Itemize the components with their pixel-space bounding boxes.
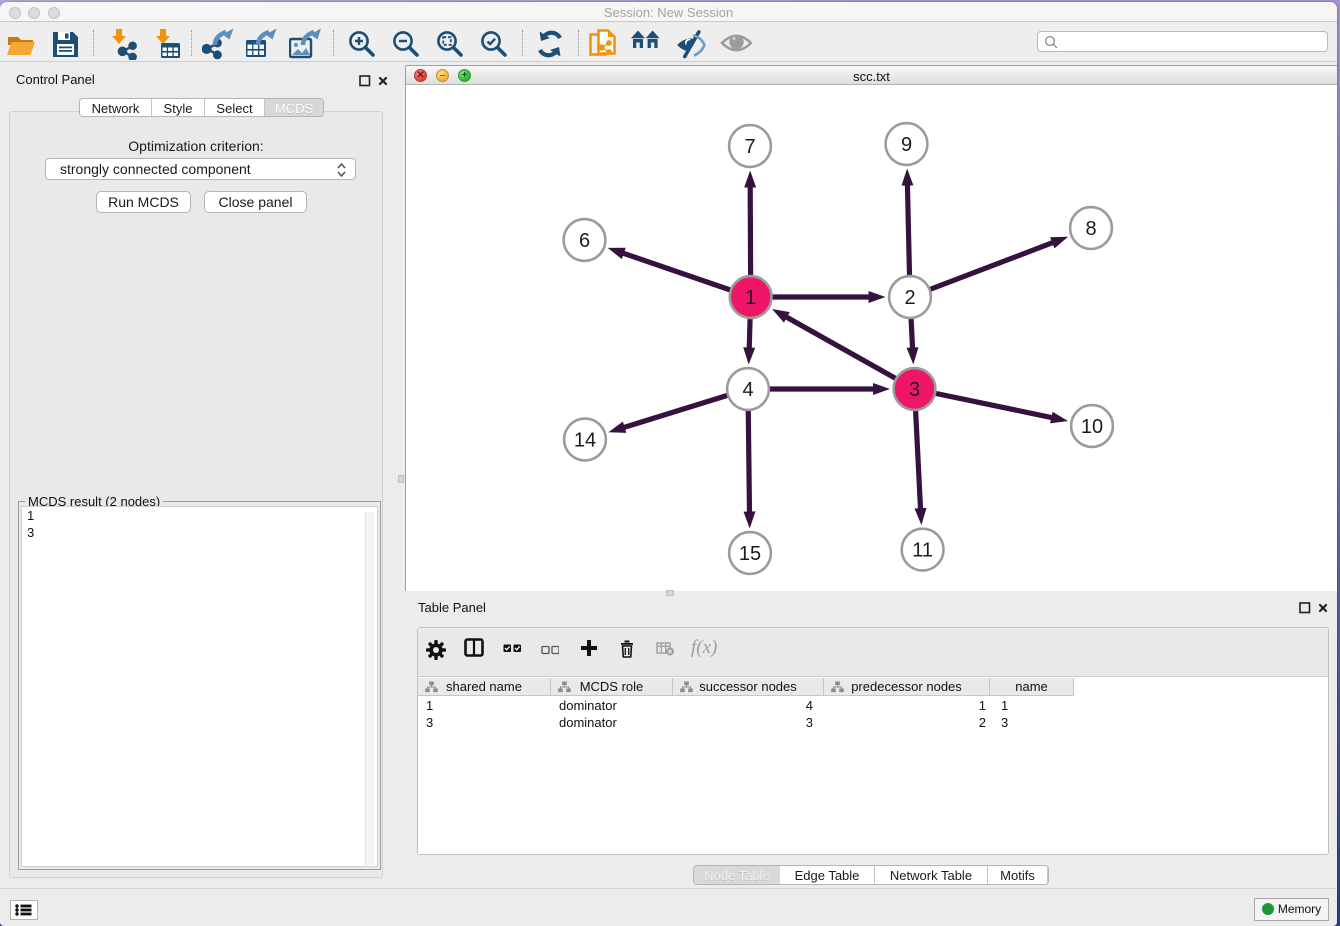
svg-text:3: 3 — [909, 379, 920, 401]
svg-text:14: 14 — [574, 430, 596, 452]
svg-text:11: 11 — [912, 540, 933, 562]
svg-text:4: 4 — [742, 379, 753, 401]
svg-text:10: 10 — [1081, 416, 1103, 438]
svg-text:15: 15 — [739, 543, 761, 565]
svg-text:1: 1 — [745, 287, 756, 309]
svg-text:2: 2 — [904, 287, 915, 309]
svg-text:6: 6 — [579, 230, 590, 252]
svg-text:8: 8 — [1085, 218, 1096, 240]
svg-text:9: 9 — [901, 134, 912, 156]
svg-text:7: 7 — [744, 136, 755, 158]
